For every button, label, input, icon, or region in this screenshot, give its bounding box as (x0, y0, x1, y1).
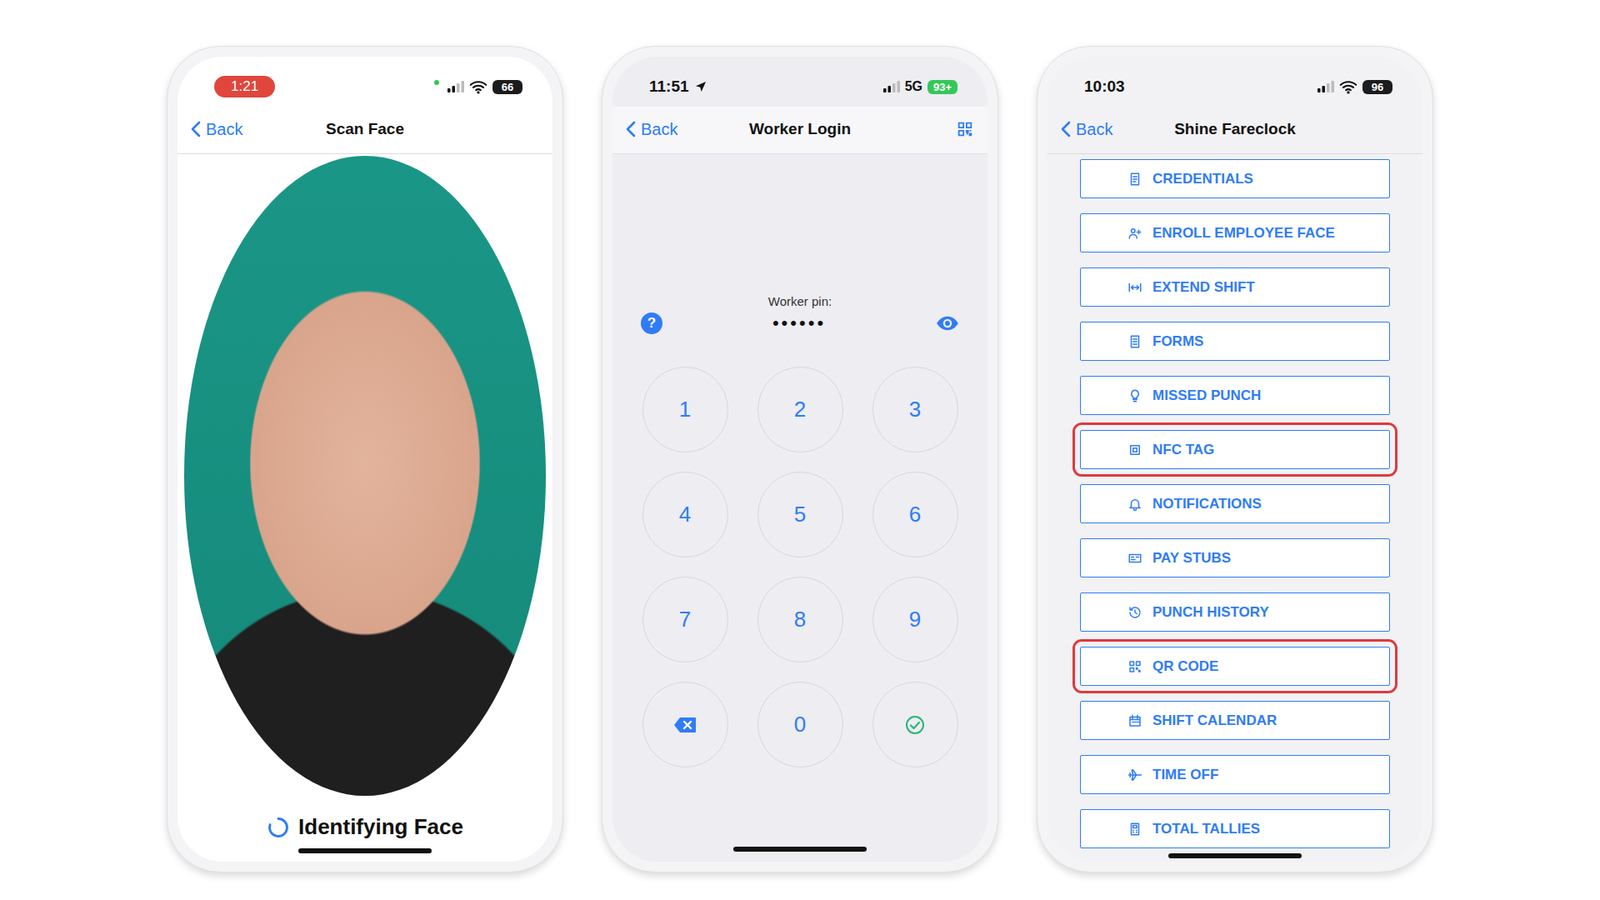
keypad-key[interactable]: 2 (757, 366, 844, 453)
back-button[interactable]: Back (1060, 120, 1113, 140)
status-bar: 11:51 5G 93+ (612, 56, 988, 107)
qr-code-icon (1127, 659, 1143, 675)
nav-bar: Back Worker Login (612, 106, 988, 155)
phone-screen: 10:03 96 Back Shine Fareclock CREDENTIAL… (1047, 56, 1423, 862)
camera-indicator (434, 80, 440, 85)
backspace-icon (673, 715, 697, 735)
nav-bar: Back Scan Face (177, 106, 553, 155)
signal-icon (447, 80, 465, 93)
lightbulb-icon (1127, 388, 1143, 404)
login-area: Worker pin: ? •••••• 123 456 7890 (612, 154, 988, 842)
phone-screen: 1:21 66 Back Scan Face Identifying Face (177, 56, 553, 862)
nfc-chip-icon (1127, 442, 1143, 458)
network-type: 5G (905, 79, 923, 95)
home-indicator (298, 848, 432, 854)
back-button[interactable]: Back (190, 120, 243, 140)
keypad-key[interactable]: 8 (757, 576, 844, 663)
menu-button[interactable]: SHIFT CALENDAR (1080, 700, 1390, 740)
extend-arrows-icon (1127, 280, 1143, 295)
status-time: 10:03 (1084, 77, 1125, 96)
menu-button[interactable]: FORMS (1080, 321, 1390, 361)
keypad-key[interactable]: 3 (872, 366, 959, 453)
menu-button[interactable]: PUNCH HISTORY (1080, 592, 1390, 632)
home-indicator (733, 846, 867, 852)
nav-bar: Back Shine Fareclock (1047, 106, 1423, 155)
battery-level: 96 (1362, 80, 1393, 95)
keypad-key[interactable] (642, 681, 729, 768)
phone-screen: 11:51 5G 93+ Back Worker Login Worker pi… (612, 56, 988, 862)
menu-button[interactable]: QR CODE (1080, 646, 1390, 686)
menu-button[interactable]: NOTIFICATIONS (1080, 484, 1390, 524)
calculator-icon (1127, 821, 1143, 837)
phone-frame: 10:03 96 Back Shine Fareclock CREDENTIAL… (1036, 45, 1434, 873)
menu-button[interactable]: NFC TAG (1080, 430, 1390, 470)
battery-level: 66 (492, 80, 523, 95)
camera-preview (184, 155, 546, 796)
face-scan-area: Identifying Face (177, 154, 553, 844)
help-button[interactable]: ? (640, 312, 663, 335)
keypad-key[interactable]: 5 (757, 471, 844, 558)
menu-button[interactable]: TOTAL TALLIES (1080, 809, 1390, 849)
menu-button[interactable]: MISSED PUNCH (1080, 375, 1390, 415)
location-arrow-icon (694, 80, 708, 94)
airplane-icon (1127, 767, 1143, 783)
status-time: 1:21 (214, 75, 275, 98)
back-button[interactable]: Back (625, 120, 678, 140)
menu-button[interactable]: ENROLL EMPLOYEE FACE (1080, 213, 1390, 253)
phone-frame: 11:51 5G 93+ Back Worker Login Worker pi… (601, 45, 999, 873)
battery-level: 93+ (927, 80, 958, 95)
chevron-left-icon (625, 120, 636, 138)
pay-card-icon (1127, 550, 1143, 566)
signal-icon (883, 80, 900, 93)
keypad-key[interactable]: 4 (642, 471, 729, 558)
status-bar: 1:21 66 (177, 56, 553, 107)
keypad-key[interactable]: 9 (872, 576, 959, 663)
form-icon (1127, 334, 1143, 350)
chevron-left-icon (1060, 120, 1071, 138)
status-time: 11:51 (649, 77, 690, 96)
check-circle-icon (903, 715, 927, 735)
screen-title: Worker Login (742, 120, 858, 139)
history-icon (1127, 605, 1143, 620)
person-add-icon (1127, 225, 1143, 241)
wifi-icon (469, 80, 488, 95)
wifi-icon (1339, 80, 1358, 95)
menu-button[interactable]: PAY STUBS (1080, 538, 1390, 578)
keypad-key[interactable]: 7 (642, 576, 729, 663)
calendar-icon (1127, 713, 1143, 729)
keypad-key[interactable] (872, 681, 959, 768)
signal-icon (1317, 80, 1335, 93)
menu-button[interactable]: TIME OFF (1080, 755, 1390, 795)
pin-field[interactable]: •••••• (772, 312, 826, 335)
home-indicator (1168, 853, 1302, 859)
page: 1:21 66 Back Scan Face Identifying Face … (0, 0, 1600, 900)
screen-title: Scan Face (319, 120, 411, 139)
bell-icon (1127, 496, 1143, 512)
status-bar: 10:03 96 (1047, 56, 1423, 107)
screen-title: Shine Fareclock (1167, 120, 1303, 139)
phone-frame: 1:21 66 Back Scan Face Identifying Face (166, 45, 564, 873)
keypad: 123 456 7890 (642, 366, 959, 768)
id-card-icon (1127, 171, 1143, 187)
menu-button[interactable]: CREDENTIALS (1080, 159, 1390, 199)
keypad-key[interactable]: 1 (642, 366, 729, 453)
chevron-left-icon (190, 120, 201, 138)
eye-icon[interactable] (935, 311, 960, 335)
menu-button[interactable]: EXTEND SHIFT (1080, 267, 1390, 307)
pin-label: Worker pin: (768, 294, 832, 309)
keypad-key[interactable]: 6 (872, 471, 959, 558)
keypad-key[interactable]: 0 (757, 681, 844, 768)
qr-code-icon[interactable] (955, 120, 975, 139)
spinner-icon (266, 815, 290, 840)
scan-status: Identifying Face (248, 810, 482, 844)
menu-list: CREDENTIALS ENROLL EMPLOYEE FACE EXTEND … (1047, 154, 1423, 849)
